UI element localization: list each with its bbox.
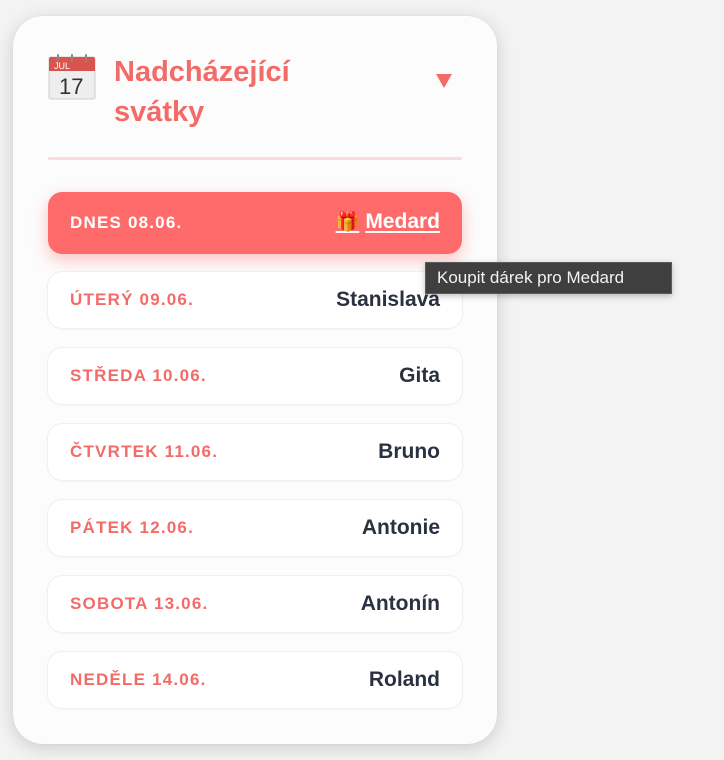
day-date: ÚTERÝ 09.06. xyxy=(70,290,195,309)
list-item: SOBOTA 13.06. Antonín xyxy=(48,576,462,632)
calendar-icon: JUL 17 xyxy=(48,54,96,100)
list-item: ČTVRTEK 11.06. Bruno xyxy=(48,424,462,480)
today-name: Medard xyxy=(365,210,440,233)
list-item: ÚTERÝ 09.06. Stanislava xyxy=(48,272,462,328)
day-name: Roland xyxy=(368,668,440,691)
widget-header: JUL 17 Nadcházející svátky xyxy=(48,52,462,132)
day-name: Gita xyxy=(399,364,440,387)
day-date: ČTVRTEK 11.06. xyxy=(70,442,219,461)
list-item: NEDĚLE 14.06. Roland xyxy=(48,652,462,708)
list-item: STŘEDA 10.06. Gita xyxy=(48,348,462,404)
widget-title: Nadcházející svátky xyxy=(114,56,290,128)
header-divider xyxy=(48,157,462,160)
buy-gift-link[interactable]: 🎁 Medard xyxy=(336,192,440,253)
day-name: Antonie xyxy=(361,516,440,539)
calendar-icon-day: 17 xyxy=(59,74,83,99)
triangle-down-icon[interactable] xyxy=(434,72,454,90)
page: JUL 17 Nadcházející svátky DNES 08.06. 🎁… xyxy=(0,0,724,760)
list-item: PÁTEK 12.06. Antonie xyxy=(48,500,462,556)
day-name: Antonín xyxy=(360,592,440,615)
name-days-widget: JUL 17 Nadcházející svátky DNES 08.06. 🎁… xyxy=(13,16,497,744)
day-name: Bruno xyxy=(378,440,440,463)
gift-icon: 🎁 xyxy=(335,212,360,233)
calendar-icon-month: JUL xyxy=(54,61,70,71)
day-date: SOBOTA 13.06. xyxy=(70,594,209,613)
day-date: NEDĚLE 14.06. xyxy=(70,670,207,689)
day-date: PÁTEK 12.06. xyxy=(70,518,195,537)
list-item-today: DNES 08.06. 🎁 Medard xyxy=(48,192,462,254)
day-date: STŘEDA 10.06. xyxy=(70,366,207,385)
gift-tooltip: Koupit dárek pro Medard xyxy=(425,262,672,294)
today-date: DNES 08.06. xyxy=(70,213,183,232)
